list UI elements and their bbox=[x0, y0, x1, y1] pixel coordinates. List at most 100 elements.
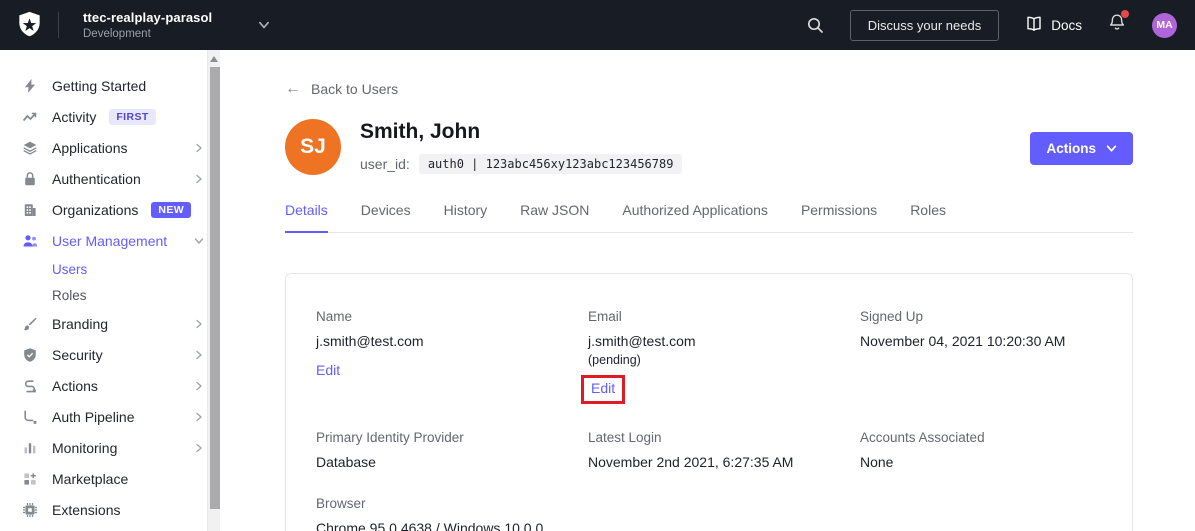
sidebar-scrollbar[interactable] bbox=[207, 50, 220, 531]
sidebar-item-roles[interactable]: Roles bbox=[0, 282, 220, 308]
tab-history[interactable]: History bbox=[444, 202, 488, 233]
field-primary-identity-provider: Primary Identity Provider Database bbox=[316, 430, 588, 470]
discuss-your-needs-button[interactable]: Discuss your needs bbox=[850, 10, 999, 41]
field-value: Database bbox=[316, 454, 588, 470]
activity-chart-icon bbox=[22, 109, 39, 125]
tab-raw-json[interactable]: Raw JSON bbox=[520, 202, 589, 233]
sidebar-item-authentication[interactable]: Authentication bbox=[0, 163, 220, 194]
field-value: j.smith@test.com bbox=[316, 333, 588, 349]
sidebar-item-auth-pipeline[interactable]: Auth Pipeline bbox=[0, 401, 220, 432]
main-content: ← Back to Users SJ Smith, John user_id: … bbox=[220, 50, 1195, 531]
layers-icon bbox=[22, 140, 39, 156]
grid-plus-icon bbox=[22, 471, 39, 487]
scrollbar-thumb[interactable] bbox=[210, 67, 220, 509]
tab-details[interactable]: Details bbox=[285, 202, 328, 233]
chevron-down-icon bbox=[194, 236, 204, 246]
pipeline-icon bbox=[22, 409, 39, 425]
sidebar-item-label: Actions bbox=[52, 378, 98, 394]
tab-roles[interactable]: Roles bbox=[910, 202, 946, 233]
notifications-button[interactable] bbox=[1108, 13, 1126, 37]
scroll-up-arrow-icon[interactable] bbox=[210, 56, 218, 62]
tab-authorized-applications[interactable]: Authorized Applications bbox=[622, 202, 768, 233]
user-header: SJ Smith, John user_id: auth0 | 123abc45… bbox=[285, 119, 1133, 175]
sidebar-item-label: Authentication bbox=[52, 171, 141, 187]
sidebar-item-label: Extensions bbox=[52, 502, 120, 518]
field-label: Latest Login bbox=[588, 430, 860, 445]
auth0-shield-icon[interactable] bbox=[0, 11, 58, 39]
user-id-row: user_id: auth0 | 123abc456xy123abc123456… bbox=[360, 154, 682, 174]
user-id-label: user_id: bbox=[360, 156, 410, 172]
tab-devices[interactable]: Devices bbox=[361, 202, 411, 233]
sidebar-item-label: Monitoring bbox=[52, 440, 117, 456]
sidebar-item-label: Security bbox=[52, 347, 103, 363]
sidebar-badge-new: NEW bbox=[151, 202, 191, 218]
sidebar-item-marketplace[interactable]: Marketplace bbox=[0, 463, 220, 494]
sidebar: Getting Started ActivityFIRST Applications… bbox=[0, 50, 220, 531]
chevron-right-icon bbox=[194, 443, 204, 453]
user-id-value[interactable]: auth0 | 123abc456xy123abc123456789 bbox=[419, 154, 683, 174]
back-label: Back to Users bbox=[311, 81, 398, 97]
actions-button-label: Actions bbox=[1046, 141, 1096, 156]
account-avatar[interactable]: MA bbox=[1152, 13, 1177, 38]
sidebar-item-label: Getting Started bbox=[52, 78, 146, 94]
user-name: Smith, John bbox=[360, 120, 682, 144]
sidebar-item-security[interactable]: Security bbox=[0, 339, 220, 370]
details-card: Namej.smith@test.comEditEmailj.smith@tes… bbox=[285, 273, 1133, 531]
sidebar-item-label: Branding bbox=[52, 316, 108, 332]
topbar-right: Discuss your needs Docs MA bbox=[806, 10, 1195, 41]
chevron-right-icon bbox=[194, 319, 204, 329]
sidebar-item-label: User Management bbox=[52, 233, 167, 249]
tenant-switcher[interactable]: ttec-realplay-parasol Development bbox=[83, 10, 270, 40]
back-to-users-link[interactable]: ← Back to Users bbox=[285, 81, 398, 97]
field-label: Primary Identity Provider bbox=[316, 430, 588, 445]
chevron-down-icon bbox=[258, 19, 270, 31]
sidebar-item-user-management[interactable]: User Management bbox=[0, 225, 220, 256]
sidebar-item-organizations[interactable]: Organizations NEW bbox=[0, 194, 220, 225]
search-icon[interactable] bbox=[806, 16, 824, 34]
user-title-block: Smith, John user_id: auth0 | 123abc456xy… bbox=[360, 120, 682, 174]
sidebar-item-actions[interactable]: Actions bbox=[0, 370, 220, 401]
chevron-right-icon bbox=[194, 412, 204, 422]
flow-icon bbox=[22, 378, 39, 394]
field-value: November 04, 2021 10:20:30 AM bbox=[860, 333, 1102, 349]
field-note: (pending) bbox=[588, 353, 860, 367]
sidebar-item-settings[interactable]: Settings bbox=[0, 525, 220, 531]
details-grid: Namej.smith@test.comEditEmailj.smith@tes… bbox=[316, 309, 1102, 531]
edit-link[interactable]: Edit bbox=[591, 380, 615, 396]
field-value: None bbox=[860, 454, 1102, 470]
field-name: Namej.smith@test.comEdit bbox=[316, 309, 588, 404]
field-value: November 2nd 2021, 6:27:35 AM bbox=[588, 454, 860, 470]
topbar: ttec-realplay-parasol Development Discus… bbox=[0, 0, 1195, 50]
lightning-icon bbox=[22, 78, 39, 94]
sidebar-item-extensions[interactable]: Extensions bbox=[0, 494, 220, 525]
chip-icon bbox=[22, 502, 39, 518]
actions-button[interactable]: Actions bbox=[1030, 132, 1133, 165]
bar-chart-icon bbox=[22, 440, 39, 456]
tenant-text: ttec-realplay-parasol Development bbox=[83, 10, 212, 40]
sidebar-item-getting-started[interactable]: Getting Started bbox=[0, 70, 220, 101]
edit-link[interactable]: Edit bbox=[316, 362, 340, 378]
field-latest-login: Latest Login November 2nd 2021, 6:27:35 A… bbox=[588, 430, 860, 470]
sidebar-item-users[interactable]: Users bbox=[0, 256, 220, 282]
sidebar-item-activity[interactable]: ActivityFIRST bbox=[0, 101, 220, 132]
building-icon bbox=[22, 202, 39, 218]
field-label: Accounts Associated bbox=[860, 430, 1102, 445]
sidebar-item-label: Roles bbox=[52, 288, 87, 303]
annotation-highlight: Edit bbox=[581, 375, 625, 404]
field-signed-up: Signed UpNovember 04, 2021 10:20:30 AM bbox=[860, 309, 1102, 404]
chevron-right-icon bbox=[194, 350, 204, 360]
chevron-down-icon bbox=[1106, 143, 1117, 154]
back-arrow-icon: ← bbox=[285, 81, 301, 97]
sidebar-item-applications[interactable]: Applications bbox=[0, 132, 220, 163]
sidebar-item-label: Applications bbox=[52, 140, 128, 156]
users-icon bbox=[22, 233, 39, 249]
lock-icon bbox=[22, 171, 39, 187]
user-identity: SJ Smith, John user_id: auth0 | 123abc45… bbox=[285, 119, 682, 175]
tab-permissions[interactable]: Permissions bbox=[801, 202, 877, 233]
sidebar-item-label: Organizations bbox=[52, 202, 138, 218]
tenant-name: ttec-realplay-parasol bbox=[83, 10, 212, 25]
docs-link[interactable]: Docs bbox=[1025, 16, 1082, 35]
topbar-left: ttec-realplay-parasol Development bbox=[0, 0, 270, 50]
sidebar-item-branding[interactable]: Branding bbox=[0, 308, 220, 339]
sidebar-item-monitoring[interactable]: Monitoring bbox=[0, 432, 220, 463]
